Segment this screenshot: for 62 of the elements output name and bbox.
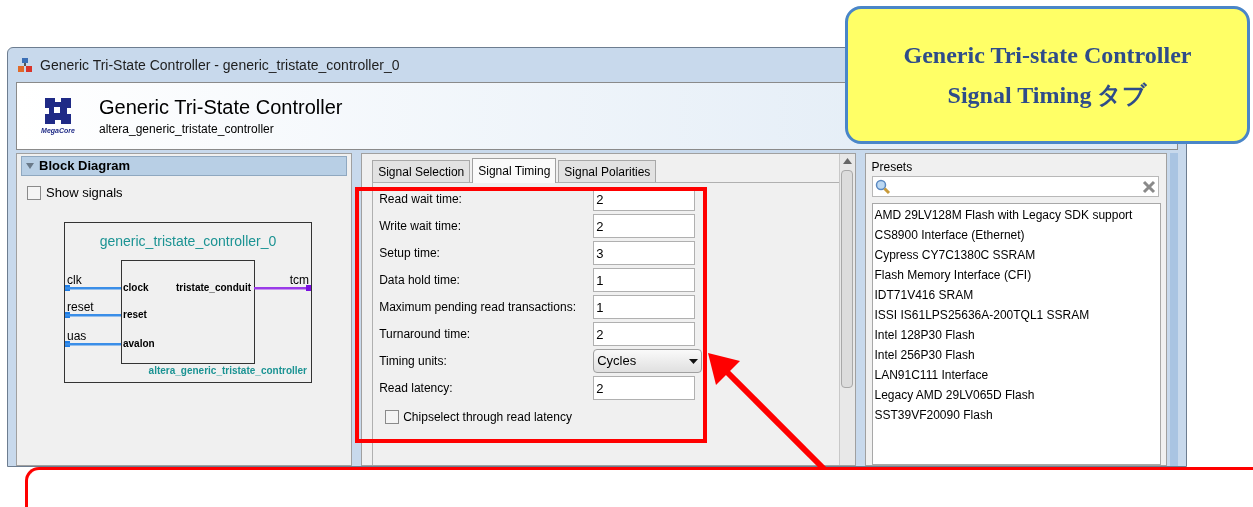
- window-title: Generic Tri-State Controller - generic_tristate_controller_0: [40, 55, 400, 75]
- signal-label: clk: [67, 272, 82, 287]
- tab[interactable]: Signal Selection: [372, 160, 471, 182]
- input-field[interactable]: 2: [593, 322, 696, 346]
- input-field[interactable]: 2: [593, 376, 696, 400]
- header-title: Generic Tri-State Controller: [99, 95, 343, 120]
- connection-line: [65, 340, 121, 347]
- field-label: Setup time:: [379, 245, 441, 262]
- checkbox[interactable]: [385, 410, 400, 424]
- dropdown-arrow-icon: [689, 358, 699, 364]
- connection-line: [65, 311, 121, 318]
- list-item[interactable]: Intel 128P30 Flash: [872, 325, 1160, 345]
- section-header[interactable]: Block Diagram: [21, 156, 348, 176]
- list-item[interactable]: LAN91C111 Interface: [872, 365, 1160, 385]
- input-field[interactable]: 2: [593, 214, 696, 238]
- list-item[interactable]: Legacy AMD 29LV065D Flash: [872, 385, 1160, 405]
- field-label: Write wait time:: [379, 218, 462, 235]
- signal-label: uas: [67, 328, 87, 343]
- list-item[interactable]: Cypress CY7C1380C SSRAM: [872, 245, 1160, 265]
- list-item[interactable]: ISSI IS61LPS25636A-200TQL1 SSRAM: [872, 305, 1160, 325]
- connection-line: [65, 284, 121, 291]
- checkbox[interactable]: [27, 185, 41, 200]
- app-icon: [18, 58, 32, 72]
- list-item[interactable]: SST39VF20090 Flash: [872, 405, 1160, 425]
- port-label: avalon: [123, 337, 155, 350]
- dropdown[interactable]: Cycles: [593, 349, 703, 373]
- list-item[interactable]: Intel 256P30 Flash: [872, 345, 1160, 365]
- connection-line: [254, 284, 311, 291]
- panel-title: Presets: [871, 159, 914, 176]
- signal-label: tcm: [289, 272, 309, 287]
- field-label: Maximum pending read transactions:: [379, 299, 577, 316]
- input-field[interactable]: 1: [593, 268, 696, 292]
- clear-icon[interactable]: [1141, 179, 1156, 194]
- callout-text: Generic Tri-state Controller: [903, 41, 1192, 70]
- port-label: tristate_conduit: [176, 281, 251, 294]
- callout-text: Signal Timing タブ: [947, 81, 1148, 110]
- search-field[interactable]: [871, 176, 1159, 197]
- scroll-up-icon[interactable]: [842, 158, 852, 164]
- list-item[interactable]: Flash Memory Interface (CFI): [872, 265, 1160, 285]
- tab[interactable]: Signal Timing: [472, 158, 557, 183]
- input-field[interactable]: 1: [593, 295, 696, 319]
- checkbox-label: Show signals: [46, 184, 123, 202]
- field-label: Read latency:: [379, 380, 454, 397]
- header-subtitle: altera_generic_tristate_controller: [99, 121, 275, 138]
- field-label: Read wait time:: [379, 191, 463, 208]
- checkbox-label: Chipselect through read latency: [403, 409, 572, 426]
- search-icon: [874, 178, 891, 195]
- input-field[interactable]: 3: [593, 241, 696, 265]
- port-label: clock: [123, 281, 149, 294]
- list-item[interactable]: IDT71V416 SRAM: [872, 285, 1160, 305]
- field-label: Timing units:: [379, 353, 448, 370]
- port-label: reset: [123, 308, 147, 321]
- signal-label: reset: [67, 299, 94, 314]
- tab[interactable]: Signal Polarities: [558, 160, 657, 182]
- list-item[interactable]: CS8900 Interface (Ethernet): [872, 225, 1160, 245]
- scrollbar[interactable]: [838, 154, 855, 465]
- instance-name: generic_tristate_controller_0: [98, 231, 278, 251]
- field-label: Turnaround time:: [379, 326, 472, 343]
- module-name: altera_generic_tristate_controller: [148, 363, 307, 378]
- list-item[interactable]: AMD 29LV128M Flash with Legacy SDK support: [872, 205, 1160, 225]
- field-label: Data hold time:: [379, 272, 461, 289]
- scroll-thumb[interactable]: [841, 170, 854, 388]
